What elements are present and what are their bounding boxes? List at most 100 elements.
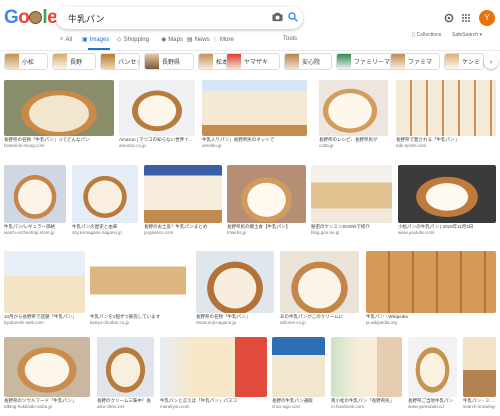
chip[interactable]: ヤマザキ xyxy=(226,53,280,70)
result-domain: search-snowing-store.jp xyxy=(463,404,496,409)
image-result[interactable]: 牛乳パンと言えば「牛乳パン」パスコ marukyou.com xyxy=(160,337,267,411)
result-domain: ja.wikipedia.org xyxy=(366,320,398,325)
result-thumbnail[interactable] xyxy=(90,251,186,313)
result-thumbnail[interactable] xyxy=(463,337,496,397)
result-thumbnail[interactable] xyxy=(119,80,195,136)
image-result[interactable]: 牛乳パン/レギュラー価格 watch-orchestrap.store.jp xyxy=(4,165,66,237)
image-result[interactable]: 南小松の牛乳パン「長野県民」 m.facebook.com xyxy=(331,337,402,411)
search-box[interactable]: 牛乳パン xyxy=(56,7,303,29)
collections-button[interactable]: ▯ Collections xyxy=(412,32,441,38)
result-domain: city.komagane.nagano.jp xyxy=(72,230,122,235)
logo-letter: G xyxy=(4,7,19,28)
result-thumbnail[interactable] xyxy=(311,165,392,223)
result-domain: jorgaseco.com xyxy=(144,230,174,235)
result-domain: kanyu-chudan.co.jp xyxy=(90,320,130,325)
chip-thumbnail xyxy=(5,54,19,69)
chip-thumbnail xyxy=(53,54,67,69)
search-input[interactable]: 牛乳パン xyxy=(68,12,104,25)
result-thumbnail[interactable] xyxy=(72,165,138,223)
tag-icon: ◇ xyxy=(117,37,122,43)
result-thumbnail[interactable] xyxy=(280,251,359,313)
image-result[interactable]: あの牛乳パンがこのクリームに athome.co.jp xyxy=(280,251,359,327)
result-thumbnail[interactable] xyxy=(4,165,66,223)
result-thumbnail[interactable] xyxy=(4,80,114,136)
result-thumbnail[interactable] xyxy=(408,337,457,397)
result-thumbnail[interactable] xyxy=(97,337,154,397)
result-domain: tabi-tyoshi.com xyxy=(396,143,427,148)
image-result[interactable]: 長野のクリーム三昧中！長 aiku-clinic.net xyxy=(97,337,154,411)
chip[interactable]: 安心院 xyxy=(284,53,332,70)
image-result[interactable]: 長野のお土産！牛乳パンまとめ jorgaseco.com xyxy=(144,165,222,237)
image-result[interactable]: 10月から長野県で話題「牛乳パン」 kyobunshi-web.com xyxy=(4,251,85,327)
chevron-right-icon[interactable]: › xyxy=(484,55,498,69)
tab-maps[interactable]: ◉ Maps xyxy=(161,36,183,44)
apps-grid-icon[interactable] xyxy=(461,13,471,23)
tab-shopping[interactable]: ◇ Shopping xyxy=(117,36,149,44)
result-domain: amazon.co.jp xyxy=(119,143,146,148)
image-result[interactable]: 長野県で愛される「牛乳パン」 tabi-tyoshi.com xyxy=(396,80,496,150)
google-logo[interactable]: Google xyxy=(4,7,58,28)
image-result[interactable]: 長野の牛乳パン通販 chco-ago.com xyxy=(272,337,325,411)
search-icon[interactable] xyxy=(288,12,298,22)
result-domain: ameblo.jp xyxy=(202,143,222,148)
result-thumbnail[interactable] xyxy=(319,80,388,136)
logo-letter: o xyxy=(18,7,30,28)
result-domain: watch-orchestrap.store.jp xyxy=(4,230,55,235)
image-result[interactable]: 牛乳パンを1個ずつ販売しています kanyu-chudan.co.jp xyxy=(90,251,186,327)
tab-images[interactable]: ▣ Images xyxy=(82,36,109,44)
chip[interactable]: 長野県 xyxy=(144,53,194,70)
result-domain: cotta.jp xyxy=(319,143,334,148)
result-domain: favtennis-moog.com xyxy=(4,143,45,148)
image-result[interactable]: 長野県のレシピ、長野県民が cotta.jp xyxy=(319,80,388,150)
chip[interactable]: パンセット xyxy=(100,53,140,70)
search-icon: ⌕ xyxy=(60,36,64,42)
image-result[interactable]: 牛乳パンの歴史と由来 city.komagane.nagano.jp xyxy=(72,165,138,237)
camera-icon[interactable] xyxy=(272,12,283,22)
chip[interactable]: ファミマ xyxy=(390,53,440,70)
result-domain: marukyou.com xyxy=(160,404,190,409)
doodle-face-icon xyxy=(29,11,43,24)
related-searches-chips: 小松 長野 パンセット 長野県 松本 ヤマザキ 安心院 ファミリーマート ファミ… xyxy=(0,53,500,73)
tab-all[interactable]: ⌕ All xyxy=(60,36,72,43)
image-result[interactable]: Amazon | マツコの知らない世界 TBS 牛乳パンamazon.co.jp xyxy=(119,80,195,150)
image-result[interactable]: 長野県の名物「牛乳パン」ってどんなパン favtennis-moog.com xyxy=(4,80,114,150)
result-thumbnail[interactable] xyxy=(272,337,325,397)
tab-news[interactable]: ▤ News xyxy=(187,36,210,44)
image-result[interactable]: 牛乳入りパン」長野県民のネットで ameblo.jp xyxy=(202,80,307,150)
result-thumbnail[interactable] xyxy=(4,251,85,313)
account-avatar[interactable]: Y xyxy=(479,10,495,26)
tools-button[interactable]: Tools xyxy=(283,36,297,42)
image-result[interactable]: 小松パンの牛乳パン | 2019年11月3日 www.youtube.com xyxy=(398,165,496,237)
chip[interactable]: 長野 xyxy=(52,53,96,70)
result-thumbnail[interactable] xyxy=(398,165,496,223)
result-thumbnail[interactable] xyxy=(160,337,267,397)
result-domain: tmwrks.jp xyxy=(227,230,246,235)
result-thumbnail[interactable] xyxy=(196,251,274,313)
bookmark-icon: ▯ xyxy=(412,32,415,38)
chip[interactable]: ケンミ xyxy=(444,53,484,70)
image-icon: ▣ xyxy=(82,37,88,43)
image-result[interactable]: 長野県の名物「牛乳パン」 rtnanuroji-nagano.jp xyxy=(196,251,274,327)
result-thumbnail[interactable] xyxy=(331,337,402,397)
chip-thumbnail xyxy=(391,54,405,69)
image-result[interactable]: 牛乳パン - ミルク味パンsearch-snowing-store.jp xyxy=(463,337,496,411)
image-result[interactable]: 長野県のソウルフード「牛乳パン」 tdblog-hokkaido-aobo.jp xyxy=(4,337,90,411)
image-result[interactable]: 牛乳パン - Wikipedia ja.wikipedia.org xyxy=(366,251,496,327)
result-thumbnail[interactable] xyxy=(144,165,222,223)
result-domain: tdblog-hokkaido-aobo.jp xyxy=(4,404,53,409)
chip-thumbnail xyxy=(199,54,213,69)
result-thumbnail[interactable] xyxy=(227,165,306,223)
map-pin-icon: ◉ xyxy=(161,37,167,43)
safesearch-button[interactable]: SafeSearch ▾ xyxy=(452,32,482,38)
settings-icon[interactable] xyxy=(444,13,454,23)
result-thumbnail[interactable] xyxy=(202,80,307,136)
result-thumbnail[interactable] xyxy=(396,80,496,136)
chip[interactable]: 小松 xyxy=(4,53,48,70)
result-thumbnail[interactable] xyxy=(366,251,496,313)
chip-thumbnail xyxy=(145,54,159,69)
tab-more[interactable]: ⋮ More xyxy=(212,36,234,44)
image-result[interactable]: 長野県民の郷土食【牛乳パン】 tmwrks.jp xyxy=(227,165,306,237)
image-result[interactable]: 秘密のケンミンSHOWで紹介 blog.goo.ne.jp xyxy=(311,165,392,237)
image-result[interactable]: 長野県ご当地牛乳パン www.yamazaki.cd xyxy=(408,337,457,411)
result-thumbnail[interactable] xyxy=(4,337,90,397)
